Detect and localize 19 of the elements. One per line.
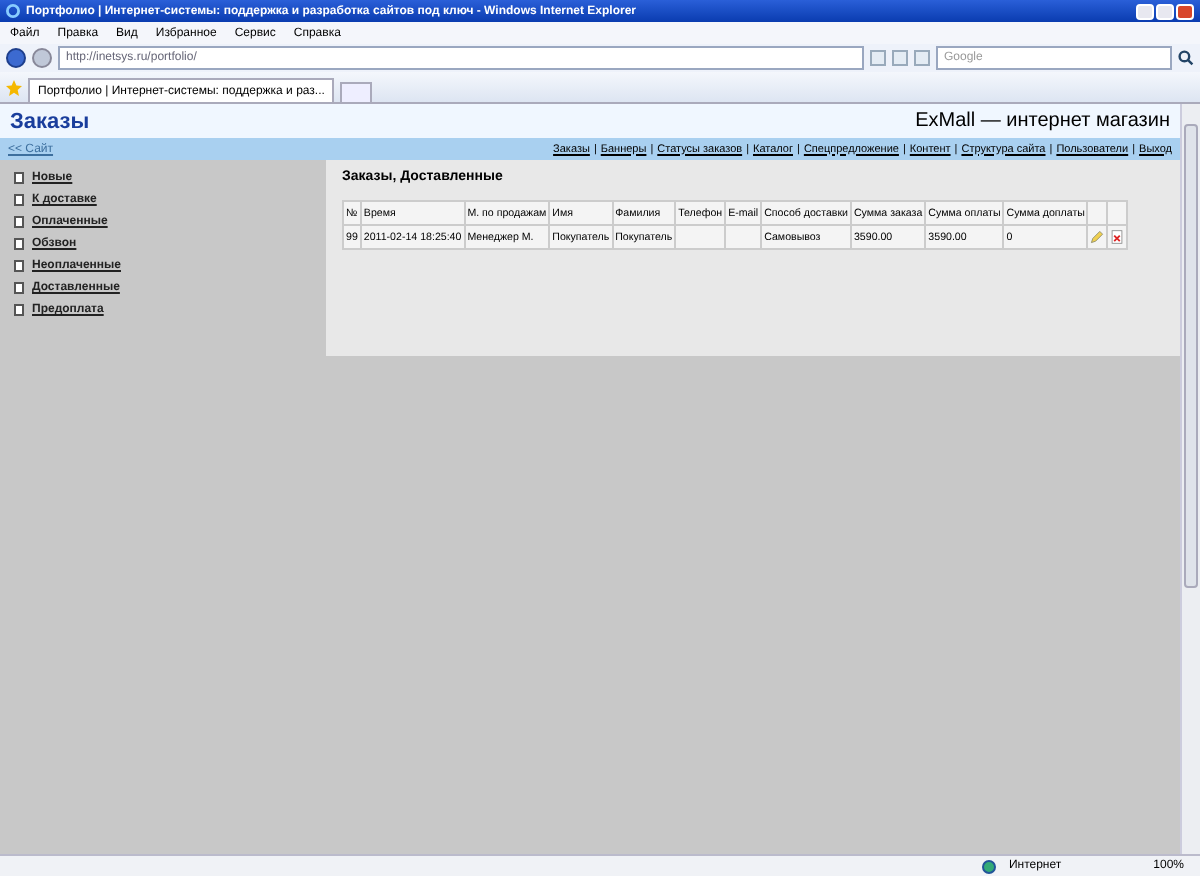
minimize-button[interactable] — [1136, 3, 1154, 19]
site-name: ExMall — интернет магазин — [915, 110, 1170, 132]
scrollbar[interactable] — [1180, 104, 1200, 854]
search-icon[interactable] — [1178, 50, 1194, 66]
pencil-icon[interactable] — [1090, 230, 1105, 244]
close-button[interactable] — [1176, 3, 1194, 19]
table-cell — [675, 225, 726, 249]
back-button[interactable] — [6, 48, 26, 68]
star-icon[interactable] — [6, 79, 22, 95]
compat-button[interactable] — [892, 50, 908, 66]
new-tab-button[interactable] — [340, 82, 373, 102]
delete-icon[interactable] — [1110, 230, 1125, 244]
stop-button[interactable] — [914, 50, 930, 66]
globe-icon — [982, 859, 997, 873]
maximize-button[interactable] — [1156, 3, 1174, 19]
table-cell — [725, 225, 762, 249]
refresh-button[interactable] — [870, 50, 886, 66]
page-title: Заказы — [10, 109, 90, 133]
browser-logo-icon — [6, 4, 20, 18]
